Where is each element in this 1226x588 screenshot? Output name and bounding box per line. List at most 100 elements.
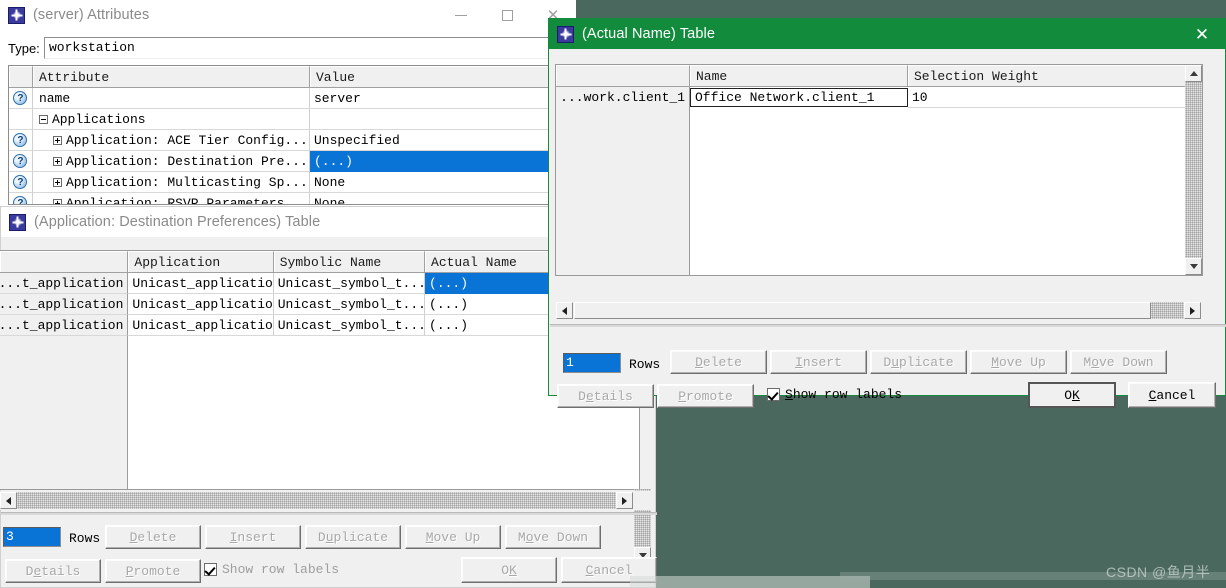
actualname-insert-button[interactable]: Insert	[770, 350, 867, 374]
destpref-hscroll-track[interactable]	[17, 492, 616, 509]
minimize-icon[interactable]	[438, 0, 484, 30]
row-label-cell[interactable]: ...work.client_1	[556, 87, 690, 108]
table-row[interactable]: ...t_application Unicast_application Unica…	[0, 294, 639, 315]
help-icon[interactable]: ?	[13, 154, 28, 168]
attribute-value-cell[interactable]: (...)	[309, 151, 571, 172]
actualname-hscroll-right-button[interactable]	[1184, 302, 1201, 319]
destpref-duplicate-button[interactable]: Duplicate	[305, 525, 401, 549]
attribute-value-cell[interactable]: None	[309, 193, 571, 204]
actualname-hscroll-thumb[interactable]	[574, 302, 1151, 319]
destpref-hscroll-right-button[interactable]	[616, 492, 633, 509]
expand-icon[interactable]	[52, 135, 62, 145]
close-icon[interactable]: ✕	[1179, 19, 1225, 49]
row-label-cell[interactable]: ...t_application	[0, 315, 129, 336]
actualname-move-up-button[interactable]: Move Up	[970, 350, 1067, 374]
collapse-icon[interactable]	[38, 114, 48, 124]
actualname-grid-header-name[interactable]: Name	[690, 65, 908, 86]
table-row[interactable]: ...t_application Unicast_application Unica…	[0, 315, 639, 336]
attribute-value-cell[interactable]: Unspecified	[309, 130, 571, 151]
destpref-promote-button[interactable]: Promote	[105, 559, 201, 583]
help-icon[interactable]: ?	[13, 175, 28, 189]
row-label-cell-empty	[0, 462, 129, 483]
empty-table-row	[0, 483, 639, 489]
destpref-grid-header-application[interactable]: Application	[128, 251, 274, 272]
destpref-grid-header-symbolic-name[interactable]: Symbolic Name	[273, 251, 426, 272]
symbolic-name-cell[interactable]: Unicast_symbol_t...	[273, 273, 426, 294]
attributes-grid-header-value[interactable]: Value	[309, 66, 571, 87]
attribute-value-cell[interactable]	[309, 109, 571, 130]
table-row[interactable]: ? Application: Multicasting Sp... None	[9, 172, 571, 193]
attribute-value-cell[interactable]: None	[309, 172, 571, 193]
destpref-move-down-button[interactable]: Move Down	[505, 525, 601, 549]
titlebar-server-attributes[interactable]: (server) Attributes ✕	[0, 0, 576, 30]
expand-icon[interactable]	[52, 198, 62, 204]
window-actual-name[interactable]: (Actual Name) Table ✕ Name Selection Wei…	[548, 18, 1226, 408]
actualname-grid-header-selection-weight[interactable]: Selection Weight	[908, 65, 1202, 86]
actualname-vertical-scrollbar[interactable]	[1185, 65, 1202, 275]
destpref-grid[interactable]: Application Symbolic Name Actual Name ..…	[0, 250, 640, 490]
help-icon[interactable]: ?	[13, 196, 28, 204]
row-help-gutter[interactable]: ?	[9, 193, 33, 204]
actualname-promote-button[interactable]: Promote	[657, 384, 754, 408]
attribute-name-cell[interactable]: Application: Multicasting Sp...	[32, 172, 310, 193]
row-help-gutter[interactable]: ?	[9, 130, 33, 151]
destpref-show-row-labels-checkbox[interactable]	[204, 563, 217, 576]
maximize-icon[interactable]	[484, 0, 530, 30]
table-row[interactable]: ? name server	[9, 88, 571, 109]
attribute-name-cell[interactable]: Application: RSVP Parameters	[32, 193, 310, 204]
application-cell[interactable]: Unicast_application	[128, 273, 274, 294]
row-help-gutter[interactable]: ?	[9, 88, 33, 109]
symbolic-name-cell[interactable]: Unicast_symbol_t...	[273, 315, 426, 336]
application-cell[interactable]: Unicast_application	[128, 315, 274, 336]
attribute-name-cell[interactable]: Applications	[32, 109, 310, 130]
row-help-gutter[interactable]: ?	[9, 172, 33, 193]
attribute-name-cell[interactable]: Application: ACE Tier Config...	[32, 130, 310, 151]
actualname-show-row-labels-checkbox[interactable]	[767, 388, 780, 401]
attribute-name-cell[interactable]: name	[32, 88, 310, 109]
destpref-details-button[interactable]: Details	[5, 559, 101, 583]
destpref-move-up-button[interactable]: Move Up	[405, 525, 501, 549]
table-row[interactable]: ? Application: RSVP Parameters None	[9, 193, 571, 204]
attributes-grid[interactable]: Attribute Value ? name server Applications?…	[8, 65, 572, 205]
selection-weight-cell[interactable]: 10	[908, 87, 1202, 108]
actualname-ok-button[interactable]: OK	[1028, 382, 1116, 408]
attribute-value-cell[interactable]: server	[309, 88, 571, 109]
window-server-attributes[interactable]: (server) Attributes ✕ Type: workstation …	[0, 0, 576, 208]
row-help-gutter[interactable]: ?	[9, 151, 33, 172]
actualname-cancel-button[interactable]: Cancel	[1128, 382, 1216, 408]
row-label-cell[interactable]: ...t_application	[0, 273, 129, 294]
attribute-name-cell[interactable]: Application: Destination Pre...	[32, 151, 310, 172]
help-icon[interactable]: ?	[13, 91, 28, 105]
application-cell[interactable]: Unicast_application	[128, 294, 274, 315]
table-row[interactable]: ? Application: ACE Tier Config... Unspecif…	[9, 130, 571, 151]
table-row[interactable]: Applications	[9, 109, 571, 130]
destpref-ok-button[interactable]: OK	[461, 557, 557, 583]
actualname-move-down-button[interactable]: Move Down	[1070, 350, 1167, 374]
actualname-vscroll-track[interactable]	[1185, 82, 1202, 258]
actualname-details-button[interactable]: Details	[557, 384, 654, 408]
destpref-hscroll-left-button[interactable]	[0, 492, 17, 509]
attributes-grid-header-attribute[interactable]: Attribute	[32, 66, 310, 87]
destpref-delete-button[interactable]: Delete	[105, 525, 201, 549]
type-input[interactable]: workstation	[44, 37, 572, 59]
expand-icon[interactable]	[52, 177, 62, 187]
actualname-duplicate-button[interactable]: Duplicate	[870, 350, 967, 374]
symbolic-name-cell[interactable]: Unicast_symbol_t...	[273, 294, 426, 315]
expand-icon[interactable]	[52, 156, 62, 166]
help-icon[interactable]: ?	[13, 133, 28, 147]
actualname-rows-input[interactable]: 1	[563, 353, 621, 373]
actualname-vscroll-down-button[interactable]	[1185, 258, 1202, 275]
name-cell-editor[interactable]: Office Network.client_1	[690, 88, 908, 107]
actualname-hscroll-track[interactable]	[1151, 302, 1184, 319]
table-row[interactable]: ...t_application Unicast_application Unica…	[0, 273, 639, 294]
actualname-delete-button[interactable]: Delete	[670, 350, 767, 374]
actualname-vscroll-up-button[interactable]	[1185, 65, 1202, 82]
destpref-insert-button[interactable]: Insert	[205, 525, 301, 549]
row-label-cell[interactable]: ...t_application	[0, 294, 129, 315]
titlebar-actual-name[interactable]: (Actual Name) Table ✕	[549, 19, 1225, 49]
row-label-cell-empty	[0, 399, 129, 420]
table-row[interactable]: ...work.client_1 Office Network.client_1 1…	[556, 87, 1202, 108]
table-row[interactable]: ? Application: Destination Pre... (...)	[9, 151, 571, 172]
actualname-hscroll-left-button[interactable]	[556, 302, 573, 319]
destpref-rows-input[interactable]: 3	[3, 527, 61, 547]
